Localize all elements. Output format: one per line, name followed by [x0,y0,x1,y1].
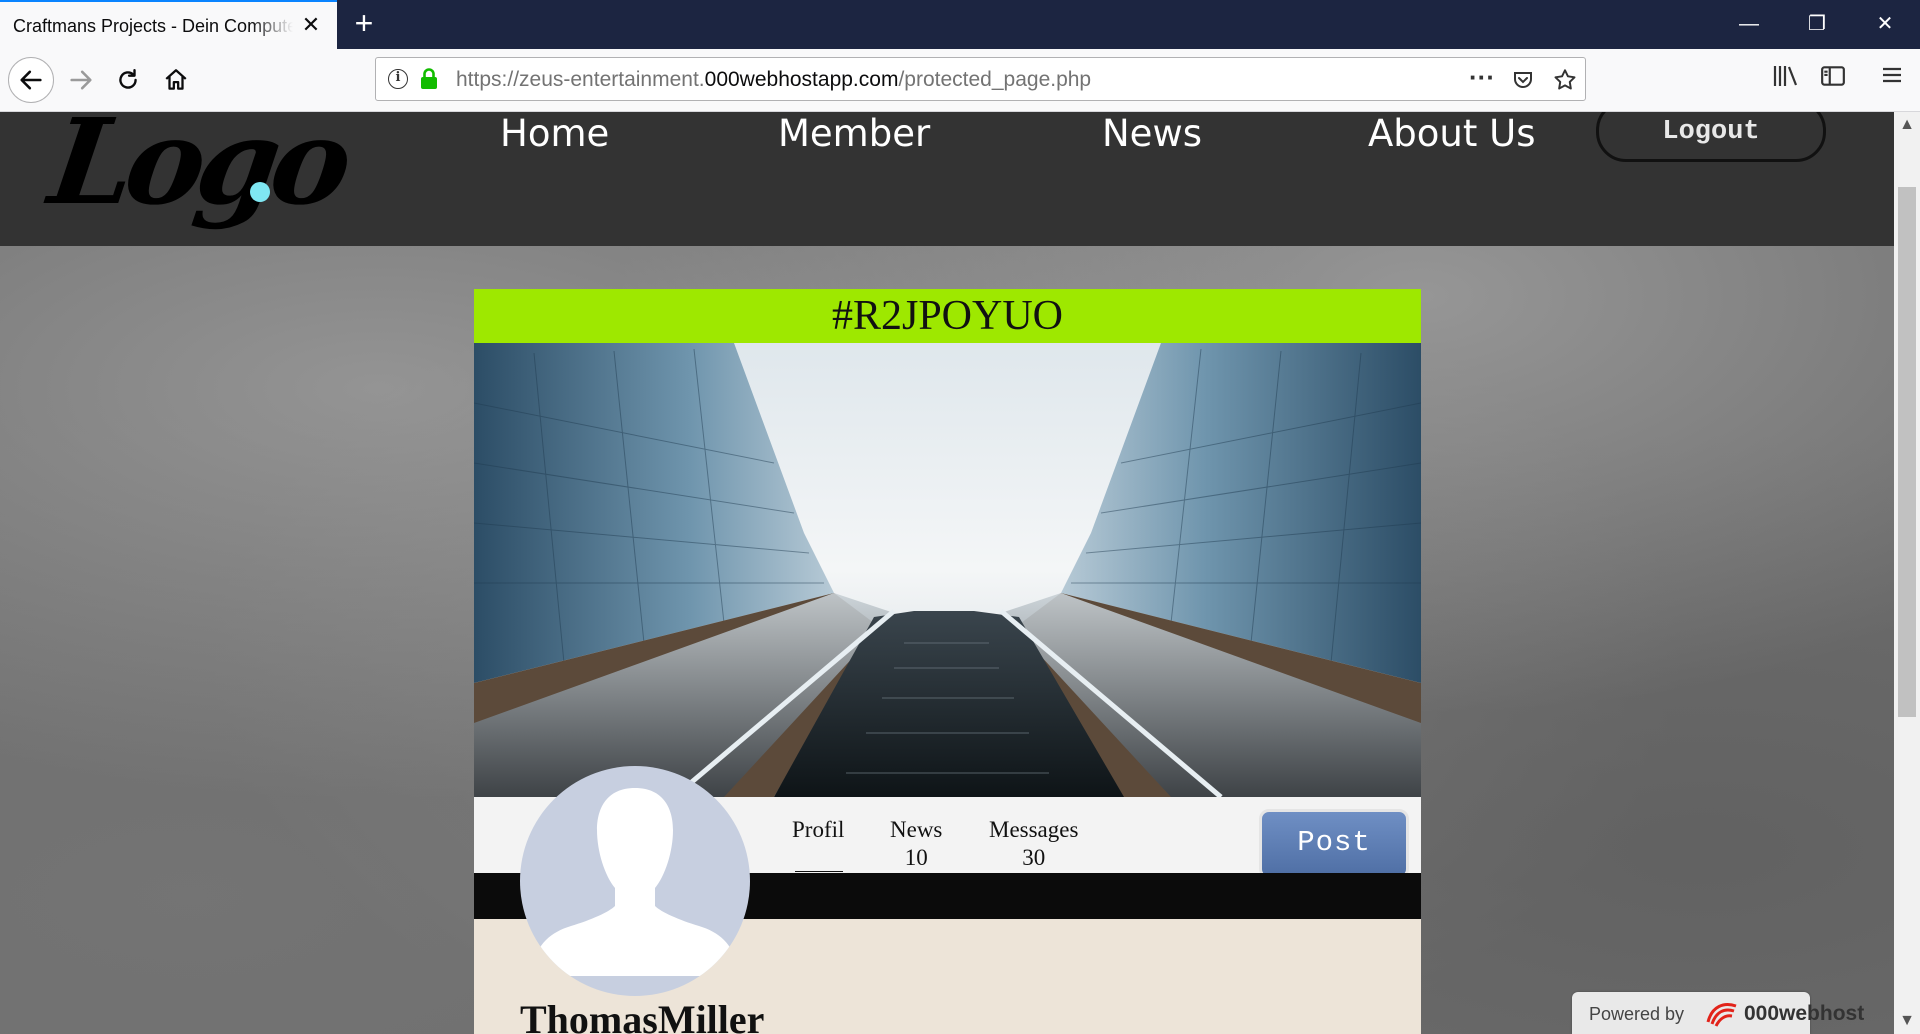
stat-messages-label: Messages [989,817,1079,842]
pocket-icon[interactable] [1511,68,1535,92]
new-tab-button[interactable]: + [347,6,381,40]
user-silhouette-icon [533,788,737,976]
close-window-button[interactable]: ✕ [1851,0,1919,49]
scroll-thumb[interactable] [1898,187,1916,717]
logout-button[interactable]: Logout [1596,112,1826,162]
url-host: 000webhostapp.com [704,68,899,91]
site-logo[interactable]: Logo [42,112,352,231]
forward-icon[interactable] [58,57,104,103]
nav-about-link[interactable]: About Us [1368,112,1536,155]
webhost-logo-icon [1706,1003,1737,1027]
restore-button[interactable]: ❐ [1783,0,1851,49]
post-button[interactable]: Post [1259,809,1409,879]
url-bar[interactable]: i https://zeus-entertainment.000webhosta… [375,57,1586,101]
profile-card: #R2JPOYUO Profil News 10 Messages 30 Pos… [474,289,1421,1034]
browser-navbar: i https://zeus-entertainment.000webhosta… [0,49,1920,112]
username: ThomasMiller [520,997,765,1034]
sidebar-icon[interactable] [1820,63,1846,89]
page-viewport: Home Member News About Us Logout Logo #R… [0,112,1894,1034]
reload-icon[interactable] [105,57,151,103]
nav-news-link[interactable]: News [1102,112,1202,155]
page-scrollbar[interactable]: ▲ ▼ [1894,112,1920,1034]
browser-titlebar: Craftmans Projects - Dein Computer ✕ + —… [0,0,1920,49]
page-actions-icon[interactable]: ··· [1469,62,1495,93]
powered-by-badge[interactable]: Powered by 000webhost [1572,992,1864,1034]
url-path: /protected_page.php [898,68,1092,91]
tab-title: Craftmans Projects - Dein Computer [13,16,293,36]
logo-dot [250,182,270,202]
profile-code-header: #R2JPOYUO [474,289,1421,343]
stat-news[interactable]: News 10 [890,817,942,871]
browser-tab[interactable]: Craftmans Projects - Dein Computer ✕ [0,0,337,49]
stat-messages-count: 30 [1022,845,1046,870]
lock-icon[interactable] [420,68,438,90]
menu-icon[interactable] [1880,63,1904,87]
nav-home-link[interactable]: Home [500,112,609,155]
stat-profil[interactable]: Profil [792,817,844,872]
url-prefix: https://zeus-entertainment. [456,68,705,91]
webhost-brand: 000webhost [1744,1002,1865,1025]
bookmark-star-icon[interactable] [1552,67,1578,93]
cover-image [474,343,1421,797]
url-text[interactable]: https://zeus-entertainment.000webhostapp… [456,68,1091,92]
stat-messages[interactable]: Messages 30 [989,817,1078,871]
minimize-button[interactable]: — [1715,0,1783,49]
scroll-down-icon[interactable]: ▼ [1894,1008,1920,1034]
info-icon[interactable]: i [388,69,408,89]
powered-by-label: Powered by [1589,1004,1685,1024]
scroll-up-icon[interactable]: ▲ [1894,112,1920,138]
tab-close-icon[interactable]: ✕ [298,12,324,38]
nav-member-link[interactable]: Member [778,112,930,155]
library-icon[interactable] [1772,63,1800,89]
stat-profil-underline [795,845,843,872]
back-icon[interactable] [8,57,54,103]
home-icon[interactable] [153,57,199,103]
stat-profil-label: Profil [792,817,845,842]
avatar[interactable] [520,766,750,996]
stat-news-count: 10 [904,845,928,870]
stat-news-label: News [890,817,943,842]
